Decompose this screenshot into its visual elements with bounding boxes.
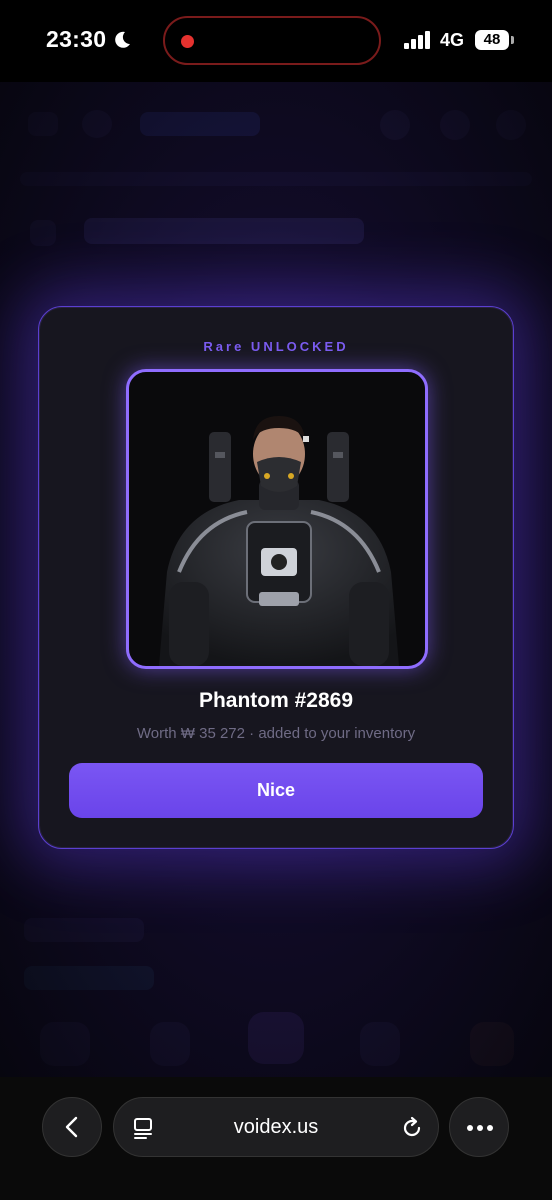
back-icon <box>65 1116 78 1138</box>
item-image <box>126 369 428 669</box>
item-subtitle: Worth ₩ 35 272 · added to your inventory <box>136 725 416 742</box>
back-button[interactable] <box>42 1097 102 1157</box>
battery-nub <box>511 36 514 44</box>
character-illustration <box>159 416 399 666</box>
reload-icon[interactable] <box>400 1116 424 1140</box>
item-name: Phantom #2869 <box>198 689 354 712</box>
moon-icon <box>115 31 130 48</box>
more-icon <box>467 1125 493 1131</box>
status-time: 23:30 <box>46 26 107 52</box>
battery-icon: 48 <box>475 30 509 50</box>
signal-icon <box>404 31 430 49</box>
status-bar: 23:30 4G 48 <box>0 0 552 82</box>
more-button[interactable] <box>449 1097 509 1157</box>
unlock-modal: Rare UNLOCKED Phantom #2869 Worth ₩ 35 2… <box>38 306 514 849</box>
network-type: 4G <box>440 30 465 50</box>
nice-button[interactable]: Nice <box>69 763 483 818</box>
address-bar[interactable]: voidex.us <box>113 1097 439 1157</box>
recording-indicator <box>181 35 194 48</box>
browser-toolbar: voidex.us <box>0 1077 552 1200</box>
dynamic-island[interactable] <box>163 16 381 65</box>
rarity-label: Rare UNLOCKED <box>203 339 349 354</box>
url-text[interactable]: voidex.us <box>114 1116 438 1139</box>
